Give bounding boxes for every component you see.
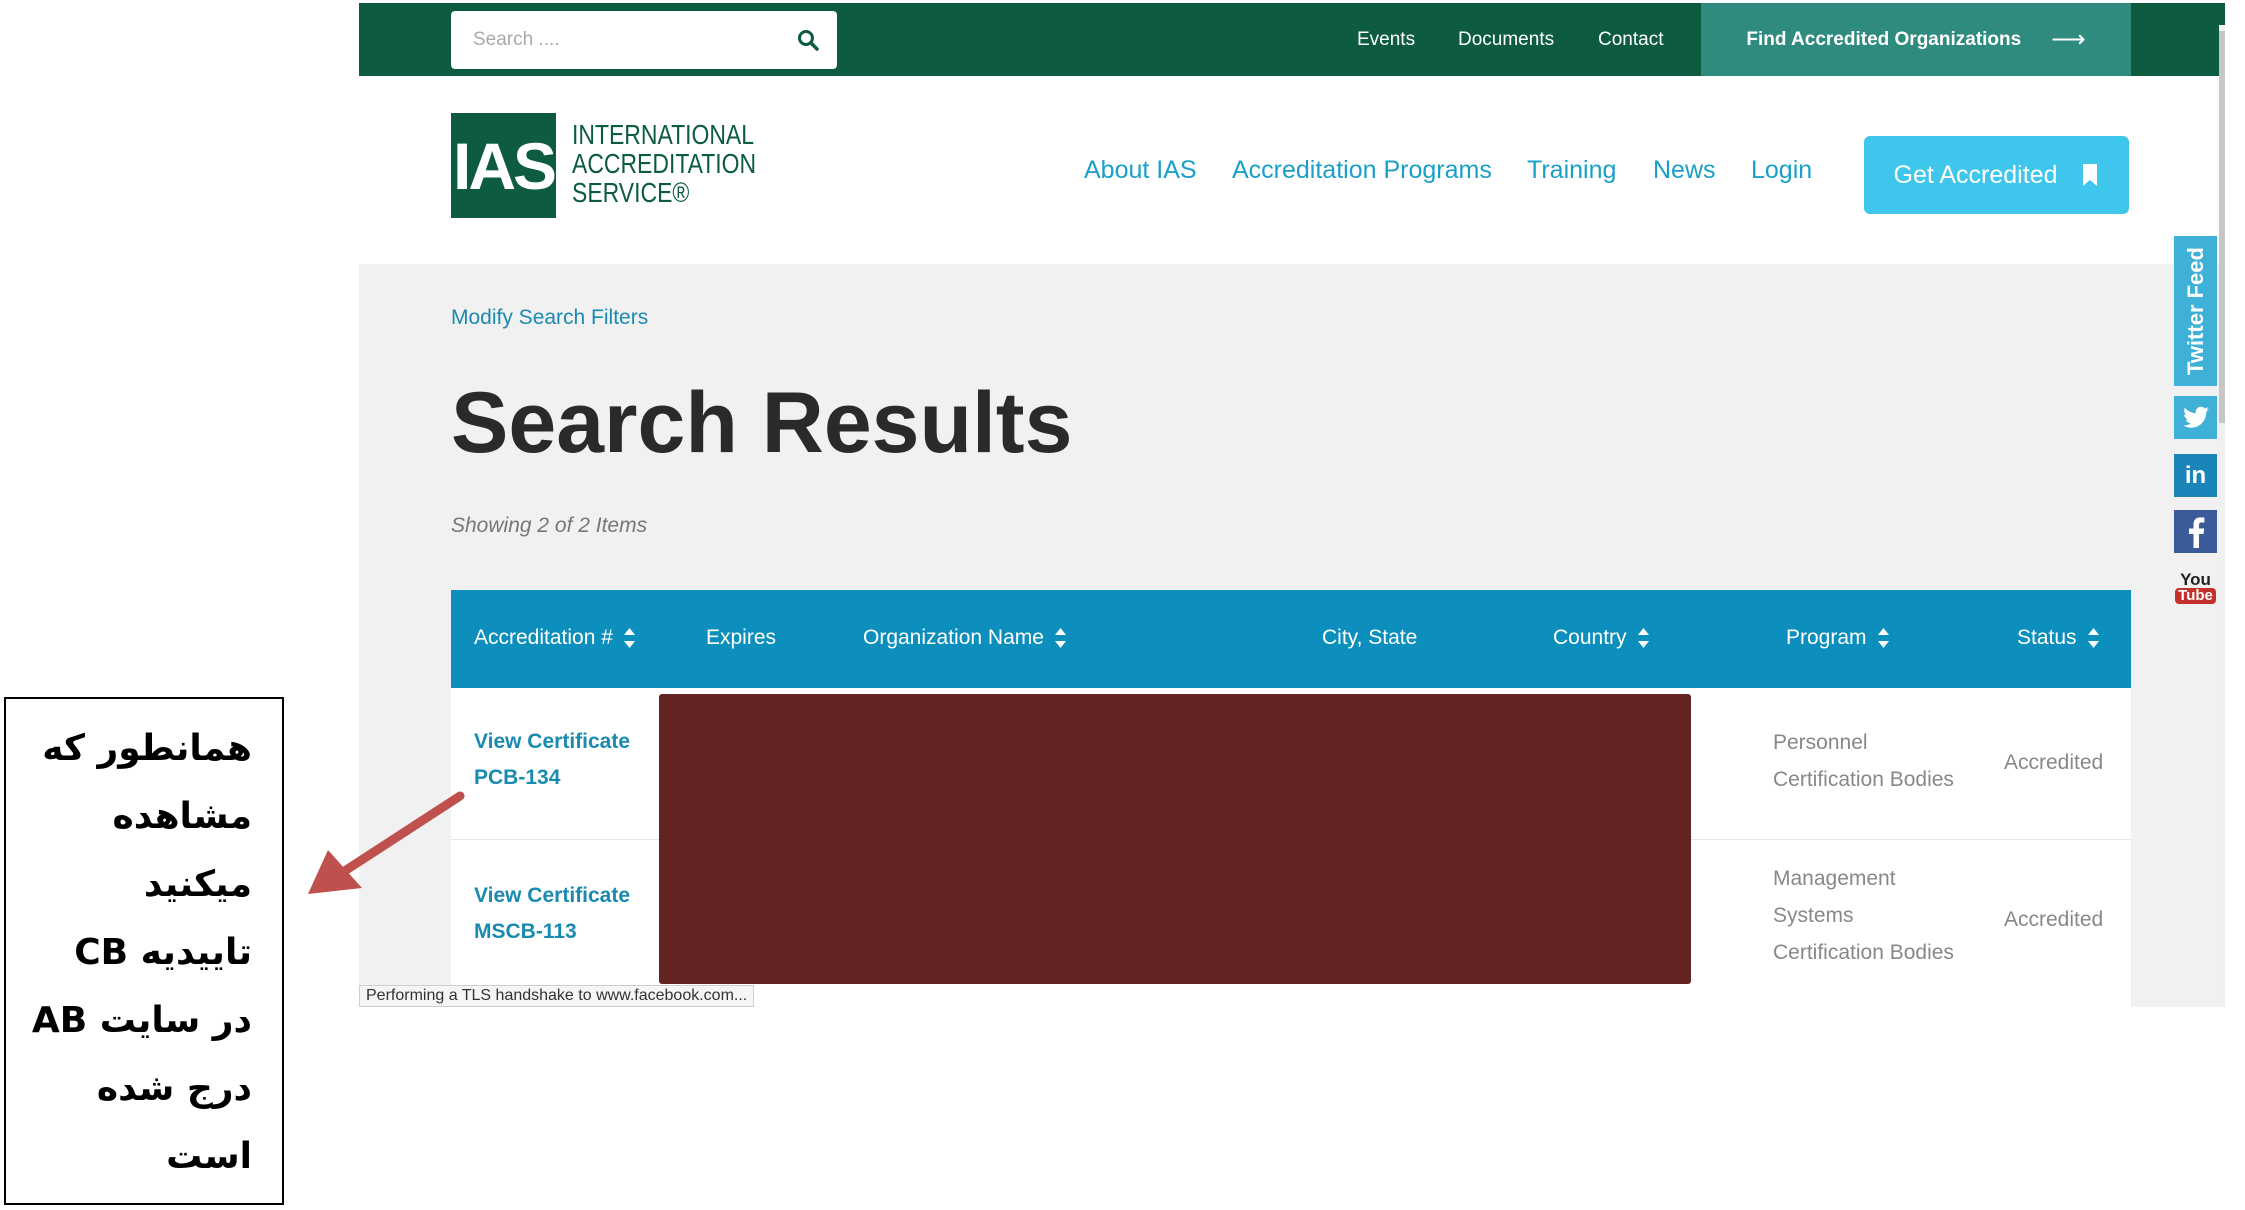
column-label: Expires [706,626,777,649]
facebook-icon[interactable] [2174,510,2217,553]
page-title: Search Results [451,375,1073,471]
column-label: Program [1786,626,1867,649]
sort-icon [1637,628,1649,648]
annotation-line: میکنید [143,864,252,905]
search-box [451,11,837,69]
redacted-block [659,694,1691,984]
program-line: Personnel [1773,731,1868,754]
youtube-you: You [2180,569,2211,589]
sort-icon [1877,628,1889,648]
col-organization-name[interactable]: Organization Name [863,626,1067,650]
nav-accreditation-programs[interactable]: Accreditation Programs [1232,156,1492,185]
search-results-section: Modify Search Filters Search Results Sho… [359,264,2225,1007]
find-accredited-organizations-button[interactable]: Find Accredited Organizations ⟶ [1701,3,2131,76]
results-count: Showing 2 of 2 Items [451,514,648,537]
nav-training[interactable]: Training [1527,156,1616,185]
topnav-events-link[interactable]: Events [1357,29,1415,51]
status-cell: Accredited [2004,751,2104,774]
get-accredited-label: Get Accredited [1893,160,2058,189]
certificate-cell: View Certificate MSCB-113 [474,878,630,950]
annotation-line: مشاهده [112,796,252,837]
bookmark-icon [2083,164,2098,186]
topnav-contact-link[interactable]: Contact [1598,29,1663,51]
modify-search-filters-link[interactable]: Modify Search Filters [451,306,648,330]
logo-wordmark: INTERNATIONAL ACCREDITATION SERVICE® [572,120,756,207]
topnav-documents-link[interactable]: Documents [1458,29,1554,51]
results-table: Accreditation # Expires Organization Nam… [451,590,2131,1007]
scrollbar-thumb[interactable] [2219,31,2225,423]
sort-icon [2087,628,2099,648]
col-program[interactable]: Program [1786,626,1890,650]
col-country[interactable]: Country [1553,626,1650,650]
nav-news[interactable]: News [1653,156,1716,185]
linkedin-glyph: in [2184,461,2207,489]
accreditation-id[interactable]: MSCB-113 [474,914,630,950]
program-line: Certification Bodies [1773,941,1954,964]
nav-about-ias[interactable]: About IAS [1084,156,1197,185]
youtube-icon[interactable]: You Tube [2174,566,2217,609]
twitter-feed-tab[interactable]: Twitter Feed [2174,236,2217,386]
twitter-icon[interactable] [2174,396,2217,439]
annotation-box: همانطور که مشاهده میکنید تاییدیه CB در س… [4,697,284,1205]
certificate-cell: View Certificate PCB-134 [474,724,630,796]
program-line: Systems [1773,904,1854,927]
col-city-state[interactable]: City, State [1322,626,1417,650]
logo-line: SERVICE® [572,177,690,208]
youtube-tube: Tube [2175,587,2216,604]
column-label: Country [1553,626,1627,649]
view-certificate-link[interactable]: View Certificate [474,724,630,760]
column-label: Status [2017,626,2077,649]
table-header: Accreditation # Expires Organization Nam… [451,590,2131,688]
sort-icon [1054,628,1066,648]
annotation-line: است [166,1136,252,1177]
col-status[interactable]: Status [2017,626,2100,650]
annotation-text: همانطور که مشاهده میکنید تاییدیه CB در س… [12,715,252,1191]
search-icon[interactable] [797,29,819,51]
column-label: Organization Name [863,626,1044,649]
accreditation-id[interactable]: PCB-134 [474,760,630,796]
status-cell: Accredited [2004,908,2104,931]
find-button-label: Find Accredited Organizations [1746,28,2022,50]
col-accreditation-number[interactable]: Accreditation # [474,626,636,650]
view-certificate-link[interactable]: View Certificate [474,878,630,914]
search-input[interactable] [451,11,781,69]
program-line: Management [1773,867,1896,890]
site-header: IAS INTERNATIONAL ACCREDITATION SERVICE®… [359,76,2225,264]
program-line: Certification Bodies [1773,768,1954,791]
program-cell: Personnel Certification Bodies [1773,724,1954,798]
annotation-arrow-icon [308,791,465,894]
column-label: Accreditation # [474,626,613,649]
annotation-line: همانطور که [42,728,252,769]
facebook-f-icon [2188,516,2204,548]
top-utility-bar: Events Documents Contact Find Accredited… [359,3,2225,76]
program-cell: Management Systems Certification Bodies [1773,860,1954,971]
twitter-bird-icon [2182,406,2209,428]
annotation-line: درج شده [96,1068,252,1109]
nav-login[interactable]: Login [1751,156,1812,185]
arrow-right-icon: ⟶ [2051,26,2086,53]
annotation-line: تاییدیه CB [74,932,252,973]
twitter-feed-label: Twitter Feed [2182,247,2208,375]
browser-status-bar: Performing a TLS handshake to www.facebo… [359,985,755,1007]
logo-line: ACCREDITATION [572,148,757,179]
col-expires[interactable]: Expires [706,626,776,650]
ias-logo-mark[interactable]: IAS [451,113,557,218]
sort-icon [623,628,635,648]
browser-viewport: Events Documents Contact Find Accredited… [359,3,2225,1007]
column-label: City, State [1322,626,1418,649]
annotation-line: در سایت AB [31,1000,252,1041]
get-accredited-button[interactable]: Get Accredited [1864,136,2129,214]
logo-line: INTERNATIONAL [572,119,755,150]
linkedin-icon[interactable]: in [2174,454,2217,497]
